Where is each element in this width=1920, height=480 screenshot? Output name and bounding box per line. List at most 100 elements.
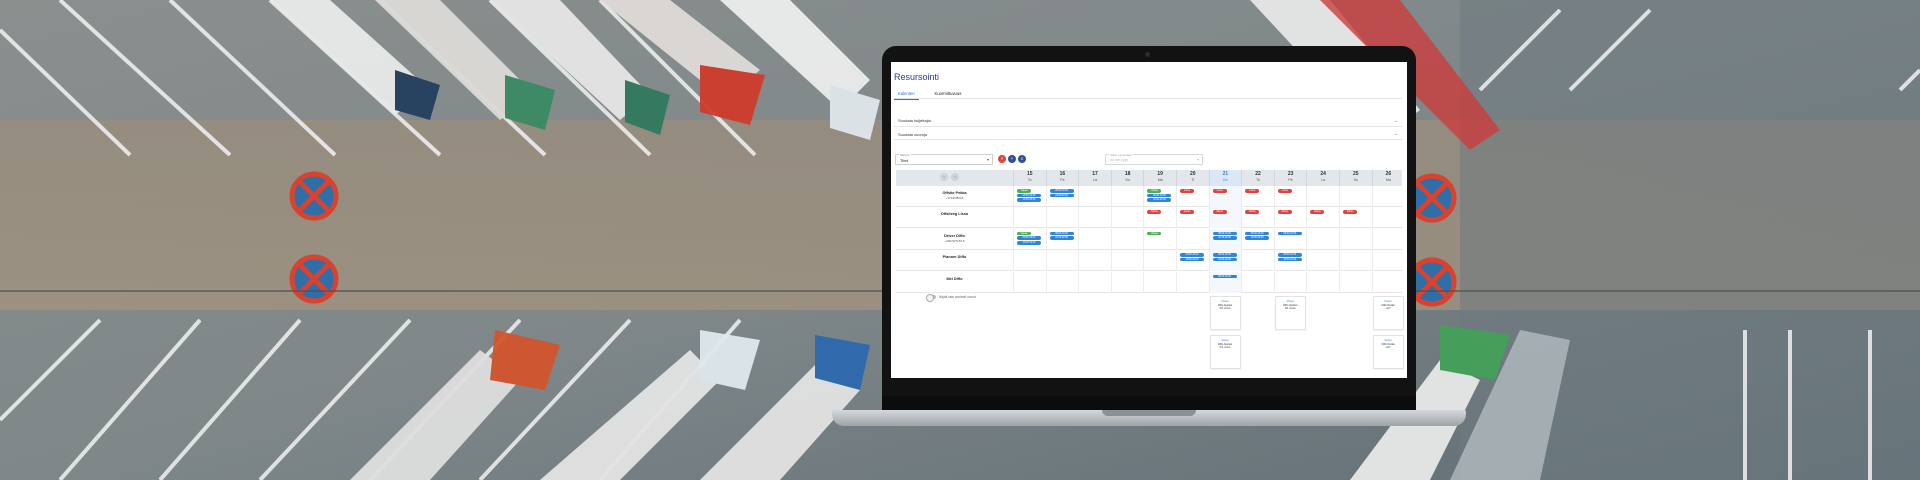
shift-chip[interactable]: 08:00-16:00 (1017, 236, 1041, 240)
shift-chip[interactable]: 08:00-16:00 (1049, 231, 1074, 236)
day-cell[interactable] (1306, 250, 1339, 272)
date-picker[interactable]: Valitse päivämäärä dd.mm.yyyy ▾ (1105, 154, 1203, 165)
clear-button[interactable]: × (998, 155, 1006, 163)
day-cell[interactable]: Vapaa (1143, 228, 1176, 250)
day-cell[interactable] (1371, 228, 1405, 250)
day-cell[interactable]: 08:00-16:00 16:00-22:00 (1176, 250, 1209, 272)
day-cell[interactable] (1110, 228, 1144, 250)
day-cell[interactable] (1371, 207, 1405, 229)
open-shift-card[interactable]: Vuoro Diffo Ajoitset 0/1 vuoro (1209, 335, 1241, 369)
available-chip[interactable]: Vapaa (1017, 189, 1031, 193)
available-chip[interactable]: Vapaa (1017, 231, 1031, 236)
shift-chip[interactable]: 08:00-16:00 (1180, 253, 1204, 257)
list-button[interactable]: ≡ (1018, 155, 1026, 163)
day-cell[interactable] (1306, 186, 1339, 207)
day-cell[interactable] (1241, 271, 1274, 293)
absence-chip[interactable]: Loma (1277, 189, 1292, 193)
prev-week-button[interactable]: ‹ (940, 173, 948, 181)
resource-name[interactable]: Planner Diffo (896, 255, 1013, 259)
day-cell[interactable] (1143, 250, 1176, 272)
day-cell[interactable]: 08:00-16:00 16:00-22:00 (1208, 250, 1242, 272)
view-select[interactable]: Näkymä Tiimi ▾ (895, 154, 993, 165)
day-cell[interactable] (1339, 250, 1372, 272)
day-cell[interactable]: Vapaa 08:00-16:00 16:00-22:00 (1013, 228, 1046, 250)
shift-chip[interactable]: 16:00-22:00 (1147, 198, 1172, 202)
day-cell[interactable] (1078, 186, 1111, 207)
absence-chip[interactable]: Loma (1180, 189, 1194, 193)
resource-name[interactable]: Offsite Pekka (896, 191, 1013, 195)
shift-chip[interactable]: 16:00-22:00 (1049, 236, 1074, 240)
absence-chip[interactable]: Loma (1245, 189, 1260, 193)
day-cell[interactable] (1045, 250, 1079, 272)
shift-chip[interactable]: 08:00-16:00 (1017, 193, 1041, 198)
absence-chip[interactable]: Sairas (1310, 210, 1325, 214)
open-shift-card[interactable]: Vuoro Diffo Ajoitset 0/1 vuoro (1209, 296, 1241, 330)
shift-chip[interactable]: 08:00-16:00 (1212, 231, 1237, 236)
add-button[interactable]: + (1008, 155, 1016, 163)
day-cell[interactable] (1110, 271, 1144, 293)
day-cell[interactable] (1176, 228, 1209, 250)
day-cell[interactable]: Loma (1176, 186, 1209, 207)
day-cell[interactable]: Sairas (1208, 207, 1242, 229)
absence-chip[interactable]: Sairas (1277, 210, 1292, 214)
day-cell[interactable]: Sairas (1306, 207, 1339, 229)
day-cell[interactable] (1371, 250, 1405, 272)
resource-name[interactable]: Offsiteeg Lissu (896, 212, 1013, 216)
resource-name[interactable]: Driver Diffo (896, 234, 1013, 238)
day-cell[interactable] (1045, 207, 1079, 229)
day-cell[interactable]: 08:00-16:00 16:00-22:00 (1273, 250, 1307, 272)
shift-filter-accordion[interactable]: Suodata vuoroja ⌄ (894, 129, 1402, 140)
day-cell[interactable] (1306, 228, 1339, 250)
shift-chip[interactable]: 08:00-16:00 (1049, 189, 1074, 193)
shift-chip[interactable]: 16:00-22:00 (1049, 193, 1074, 198)
resource-name[interactable]: Mel Diffo (896, 277, 1013, 281)
absence-chip[interactable]: Loma (1212, 189, 1227, 193)
day-cell[interactable]: 08:00-16:00 16:00-22:00 (1208, 228, 1242, 250)
day-cell[interactable]: 08:00-16:00 (1208, 271, 1242, 293)
day-cell[interactable] (1078, 250, 1111, 272)
day-cell[interactable] (1078, 228, 1111, 250)
day-cell[interactable] (1013, 250, 1046, 272)
shift-chip[interactable]: 08:00-16:00 (1277, 253, 1302, 257)
day-cell[interactable] (1110, 250, 1144, 272)
next-week-button[interactable]: › (951, 173, 959, 181)
absence-chip[interactable]: Sairas (1343, 210, 1357, 214)
available-chip[interactable]: Vapaa (1147, 231, 1162, 236)
shift-chip[interactable]: 16:00-22:00 (1212, 257, 1237, 262)
shift-chip[interactable]: 16:00-22:00 (1277, 257, 1302, 262)
day-cell[interactable] (1013, 207, 1046, 229)
day-cell[interactable] (1306, 271, 1339, 293)
day-cell[interactable]: 08:00-16:00 16:00-22:00 (1241, 228, 1274, 250)
day-cell[interactable] (1339, 228, 1372, 250)
shift-chip[interactable]: 16:00-22:00 (1017, 240, 1041, 245)
day-cell[interactable]: Loma (1241, 186, 1274, 207)
day-cell[interactable] (1176, 271, 1209, 293)
day-cell[interactable] (1339, 271, 1372, 293)
day-cell[interactable] (1371, 186, 1405, 207)
day-cell[interactable]: Vapaa 08:00-16:00 16:00-22:00 (1013, 186, 1046, 207)
shift-chip[interactable]: 08:00-16:00 (1212, 274, 1237, 279)
shift-chip[interactable]: 08:00-16:00 (1245, 231, 1270, 236)
open-shift-card[interactable]: Vuoro Diffo Rivala +4/7 (1372, 335, 1404, 369)
day-cell[interactable] (1143, 271, 1176, 293)
absence-chip[interactable]: Sairas (1180, 210, 1194, 214)
day-cell[interactable]: 08:00-16:00 (1273, 228, 1307, 250)
shift-chip[interactable]: 16:00-22:00 (1017, 198, 1041, 202)
shift-chip[interactable]: 16:00-22:00 (1180, 257, 1204, 262)
absence-chip[interactable]: Sairas (1147, 210, 1162, 214)
day-cell[interactable]: 08:00-16:00 16:00-22:00 (1045, 186, 1079, 207)
shift-chip[interactable]: 08:00-16:00 (1147, 193, 1172, 198)
day-cell[interactable]: Loma (1273, 186, 1307, 207)
day-cell[interactable] (1110, 207, 1144, 229)
shift-chip[interactable]: 16:00-22:00 (1245, 236, 1270, 240)
day-cell[interactable] (1013, 271, 1046, 293)
open-shift-card[interactable]: Vuoro Diffo Ajoitset 0/1 vuoro (1274, 296, 1306, 330)
shift-chip[interactable]: 16:00-22:00 (1212, 236, 1237, 240)
shift-chip[interactable]: 08:00-16:00 (1277, 231, 1302, 236)
day-cell[interactable] (1241, 250, 1274, 272)
day-cell[interactable] (1339, 186, 1372, 207)
absence-chip[interactable]: Sairas (1212, 210, 1227, 214)
shift-chip[interactable]: 08:00-16:00 (1212, 253, 1237, 257)
day-cell[interactable] (1078, 271, 1111, 293)
day-cell[interactable] (1110, 186, 1144, 207)
